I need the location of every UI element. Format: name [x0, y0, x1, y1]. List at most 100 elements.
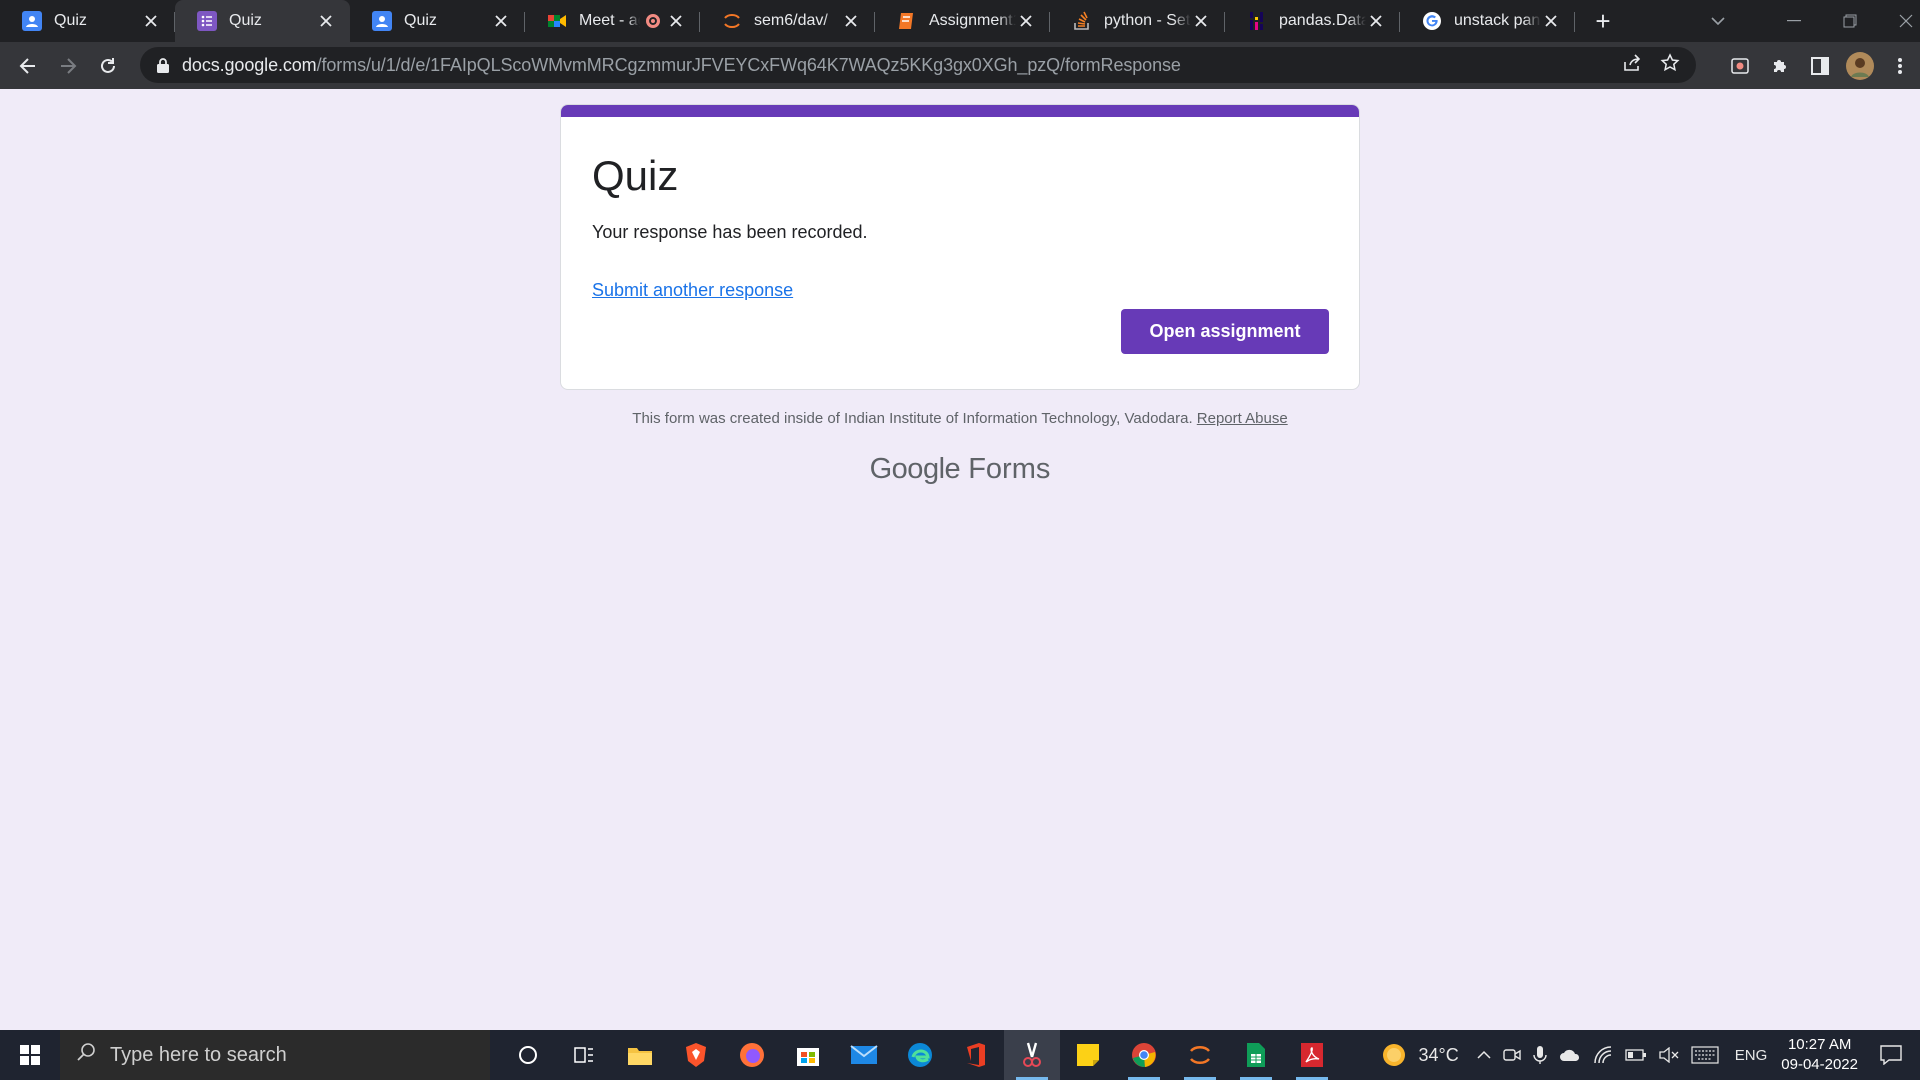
taskbar-search[interactable]: Type here to search: [60, 1030, 490, 1080]
weather-sun-icon[interactable]: [1381, 1042, 1407, 1068]
close-tab-icon[interactable]: [841, 11, 861, 31]
restore-button[interactable]: [1822, 14, 1878, 28]
snipping-tool-icon[interactable]: [1004, 1030, 1060, 1080]
volume-muted-icon[interactable]: [1659, 1047, 1679, 1063]
windows-logo-icon: [20, 1045, 40, 1065]
browser-tab[interactable]: sem6/dav/: [700, 0, 875, 42]
browser-tab[interactable]: Quiz: [175, 0, 350, 42]
meet-camera-icon[interactable]: [1503, 1047, 1521, 1063]
touch-keyboard-icon[interactable]: [1691, 1046, 1719, 1064]
microphone-icon[interactable]: [1533, 1045, 1547, 1065]
back-button[interactable]: [8, 46, 48, 86]
clock-time: 10:27 AM: [1787, 1036, 1852, 1053]
browser-tab[interactable]: unstack panda: [1400, 0, 1575, 42]
tab-title: Quiz: [229, 12, 262, 29]
close-tab-icon[interactable]: [1191, 11, 1211, 31]
office-icon[interactable]: [948, 1030, 1004, 1080]
task-view-icon[interactable]: [556, 1030, 612, 1080]
forward-button[interactable]: [48, 46, 88, 86]
close-tab-icon[interactable]: [1016, 11, 1036, 31]
close-tab-icon[interactable]: [1366, 11, 1386, 31]
close-tab-icon[interactable]: [1541, 11, 1561, 31]
close-tab-icon[interactable]: [141, 11, 161, 31]
browser-toolbar: docs.google.com/forms/u/1/d/e/1FAIpQLSco…: [0, 42, 1920, 89]
new-tab-button[interactable]: +: [1583, 0, 1623, 42]
firefox-icon[interactable]: [724, 1030, 780, 1080]
google-forms-logo[interactable]: Google Forms: [0, 453, 1920, 486]
start-button[interactable]: [0, 1030, 60, 1080]
extensions-puzzle-icon[interactable]: [1760, 46, 1800, 86]
tab-title: Assignment10: [929, 12, 1016, 29]
share-icon[interactable]: [1622, 53, 1642, 78]
tab-search-icon[interactable]: [1690, 17, 1746, 25]
pandas-icon: [1247, 11, 1267, 31]
minimize-button[interactable]: [1766, 20, 1822, 22]
profile-avatar[interactable]: [1840, 46, 1880, 86]
footer-note-text: This form was created inside of Indian I…: [632, 410, 1193, 427]
input-language[interactable]: ENG: [1735, 1047, 1768, 1064]
tab-separator: [1574, 12, 1575, 32]
form-accent-bar: [561, 105, 1359, 117]
close-tab-icon[interactable]: [316, 11, 336, 31]
close-window-button[interactable]: [1878, 14, 1920, 28]
report-abuse-link[interactable]: Report Abuse: [1197, 410, 1288, 427]
side-panel-icon[interactable]: [1800, 46, 1840, 86]
mail-icon[interactable]: [836, 1030, 892, 1080]
google-icon: [1422, 11, 1442, 31]
cortana-icon[interactable]: [500, 1030, 556, 1080]
bookmark-star-icon[interactable]: [1660, 52, 1680, 78]
sticky-notes-icon[interactable]: [1060, 1030, 1116, 1080]
reload-button[interactable]: [88, 46, 128, 86]
lock-icon[interactable]: [150, 57, 176, 73]
close-tab-icon[interactable]: [491, 11, 511, 31]
reload-icon: [101, 57, 115, 73]
file-explorer-icon[interactable]: [612, 1030, 668, 1080]
browser-tab[interactable]: pandas.DataFr: [1225, 0, 1400, 42]
form-response-card: Quiz Your response has been recorded. Su…: [560, 104, 1360, 390]
browser-tab[interactable]: Quiz: [350, 0, 525, 42]
close-tab-icon[interactable]: [666, 11, 686, 31]
google-classroom-icon: [372, 11, 392, 31]
open-assignment-button[interactable]: Open assignment: [1121, 309, 1329, 354]
browser-tab[interactable]: python - Set n: [1050, 0, 1225, 42]
search-icon: [76, 1042, 96, 1068]
chrome-icon[interactable]: [1116, 1030, 1172, 1080]
weather-temperature[interactable]: 34°C: [1419, 1045, 1459, 1066]
browser-tab[interactable]: Quiz: [0, 0, 175, 42]
chevron-up-icon[interactable]: [1477, 1050, 1491, 1060]
address-bar[interactable]: docs.google.com/forms/u/1/d/e/1FAIpQLSco…: [140, 47, 1696, 83]
tab-title: sem6/dav/: [754, 12, 828, 29]
edge-icon[interactable]: [892, 1030, 948, 1080]
response-recorded-message: Your response has been recorded.: [592, 222, 868, 242]
toolbar-right: [1720, 42, 1920, 89]
google-forms-icon: [197, 11, 217, 31]
tab-title: pandas.DataFr: [1279, 12, 1366, 29]
chrome-menu-icon[interactable]: [1880, 46, 1920, 86]
acrobat-reader-icon[interactable]: [1284, 1030, 1340, 1080]
taskbar-apps: [500, 1030, 1340, 1080]
stackoverflow-icon: [1072, 11, 1092, 31]
recording-indicator-icon: [646, 14, 660, 28]
taskbar-clock[interactable]: 10:27 AM 09-04-2022: [1781, 1035, 1858, 1075]
forms-wordmark: Forms: [968, 453, 1051, 485]
battery-icon[interactable]: [1625, 1049, 1647, 1061]
search-placeholder: Type here to search: [110, 1043, 287, 1066]
tab-title: python - Set n: [1104, 12, 1191, 29]
jupyter-app-icon[interactable]: [1172, 1030, 1228, 1080]
brave-browser-icon[interactable]: [668, 1030, 724, 1080]
notification-center-icon[interactable]: [1880, 1045, 1902, 1065]
screen-record-icon[interactable]: [1720, 46, 1760, 86]
url-text: docs.google.com/forms/u/1/d/e/1FAIpQLSco…: [182, 54, 1181, 75]
google-sheets-icon[interactable]: [1228, 1030, 1284, 1080]
jupyter-icon: [722, 11, 742, 31]
wifi-icon[interactable]: [1593, 1046, 1613, 1064]
form-title: Quiz: [592, 152, 679, 199]
google-meet-icon: [547, 11, 567, 31]
tab-title: Quiz: [54, 12, 87, 29]
browser-tab[interactable]: Assignment10: [875, 0, 1050, 42]
onedrive-cloud-icon[interactable]: [1559, 1048, 1581, 1062]
submit-another-response-link[interactable]: Submit another response: [592, 280, 793, 301]
browser-tab[interactable]: Meet - ag: [525, 0, 700, 42]
system-tray: 34°C ENG 10:27 AM 09-04-2022: [1375, 1030, 1920, 1080]
microsoft-store-icon[interactable]: [780, 1030, 836, 1080]
